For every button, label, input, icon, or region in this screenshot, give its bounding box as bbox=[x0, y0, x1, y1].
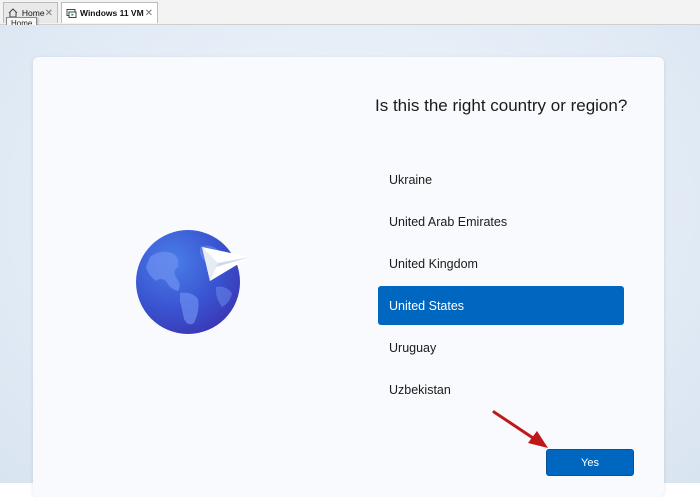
globe-paper-plane-illustration bbox=[136, 227, 252, 342]
vm-tab-bar: Home ✕ Windows 11 VM ✕ Home bbox=[0, 0, 700, 30]
close-icon[interactable]: ✕ bbox=[45, 8, 53, 19]
close-icon[interactable]: ✕ bbox=[145, 8, 153, 19]
tab-vm-label: Windows 11 VM bbox=[80, 8, 144, 18]
vm-icon bbox=[66, 8, 77, 19]
country-item-united-states[interactable]: United States bbox=[378, 286, 624, 325]
page-title: Is this the right country or region? bbox=[375, 96, 628, 115]
globe-icon bbox=[136, 230, 240, 334]
tab-windows-11-vm[interactable]: Windows 11 VM ✕ bbox=[61, 2, 158, 23]
country-item-ukraine[interactable]: Ukraine bbox=[378, 160, 624, 199]
country-list[interactable]: Ukraine United Arab Emirates United King… bbox=[378, 160, 624, 412]
oobe-card: Is this the right country or region? Ukr… bbox=[33, 57, 664, 497]
country-item-united-kingdom[interactable]: United Kingdom bbox=[378, 244, 624, 283]
country-item-uzbekistan[interactable]: Uzbekistan bbox=[378, 370, 624, 409]
country-item-united-arab-emirates[interactable]: United Arab Emirates bbox=[378, 202, 624, 241]
country-item-uruguay[interactable]: Uruguay bbox=[378, 328, 624, 367]
vm-screen: Is this the right country or region? Ukr… bbox=[0, 25, 700, 497]
yes-button[interactable]: Yes bbox=[546, 449, 634, 476]
